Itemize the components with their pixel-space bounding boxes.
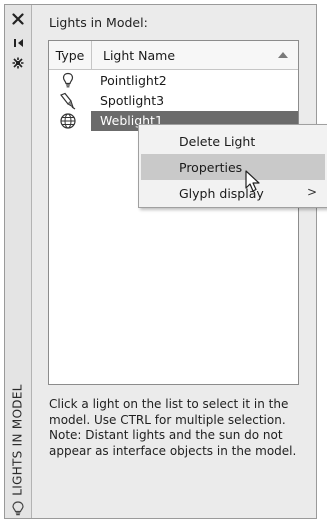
help-text: Click a light on the list to select it i… <box>49 397 301 459</box>
menu-item-glyph-display[interactable]: Glyph display > <box>141 180 325 206</box>
help-text-selection: Click a light on the list to select it i… <box>49 397 289 427</box>
help-text-note: Note: Distant lights and the sun do not … <box>49 428 297 458</box>
lights-list[interactable]: Type Light Name Pointlight2 Spotlight3 W… <box>48 40 299 385</box>
palette-content: Lights in Model: Type Light Name Pointli… <box>33 5 316 518</box>
menu-item-properties[interactable]: Properties <box>141 154 325 180</box>
palette-vertical-title: LIGHTS IN MODEL <box>11 383 26 496</box>
light-name: Pointlight2 <box>100 73 167 88</box>
sort-ascending-icon <box>278 52 288 58</box>
pointlight-icon <box>59 72 77 90</box>
spotlight-icon <box>59 92 77 110</box>
properties-icon[interactable] <box>10 55 26 71</box>
menu-item-label: Glyph display <box>179 185 264 201</box>
list-header: Type Light Name <box>49 41 298 70</box>
column-header-light-name[interactable]: Light Name <box>92 41 298 69</box>
lightbulb-icon <box>11 501 25 517</box>
light-name: Spotlight3 <box>100 93 165 108</box>
menu-item-label: Properties <box>179 159 243 175</box>
submenu-arrow-icon: > <box>306 185 317 199</box>
auto-hide-icon[interactable] <box>10 35 26 51</box>
palette-side-strip: LIGHTS IN MODEL <box>5 5 32 518</box>
close-icon[interactable] <box>10 11 26 27</box>
menu-item-delete-light[interactable]: Delete Light <box>141 128 325 154</box>
menu-item-label: Delete Light <box>179 133 256 149</box>
section-title: Lights in Model: <box>49 15 148 30</box>
list-item-pointlight2[interactable]: Pointlight2 <box>49 71 298 91</box>
context-menu: Delete Light Properties Glyph display > <box>138 124 327 208</box>
list-item-spotlight3[interactable]: Spotlight3 <box>49 91 298 111</box>
column-header-light-name-label: Light Name <box>103 47 176 63</box>
lights-in-model-palette: LIGHTS IN MODEL Lights in Model: Type Li… <box>4 4 317 519</box>
weblight-icon <box>59 112 77 130</box>
column-header-type[interactable]: Type <box>49 41 92 69</box>
